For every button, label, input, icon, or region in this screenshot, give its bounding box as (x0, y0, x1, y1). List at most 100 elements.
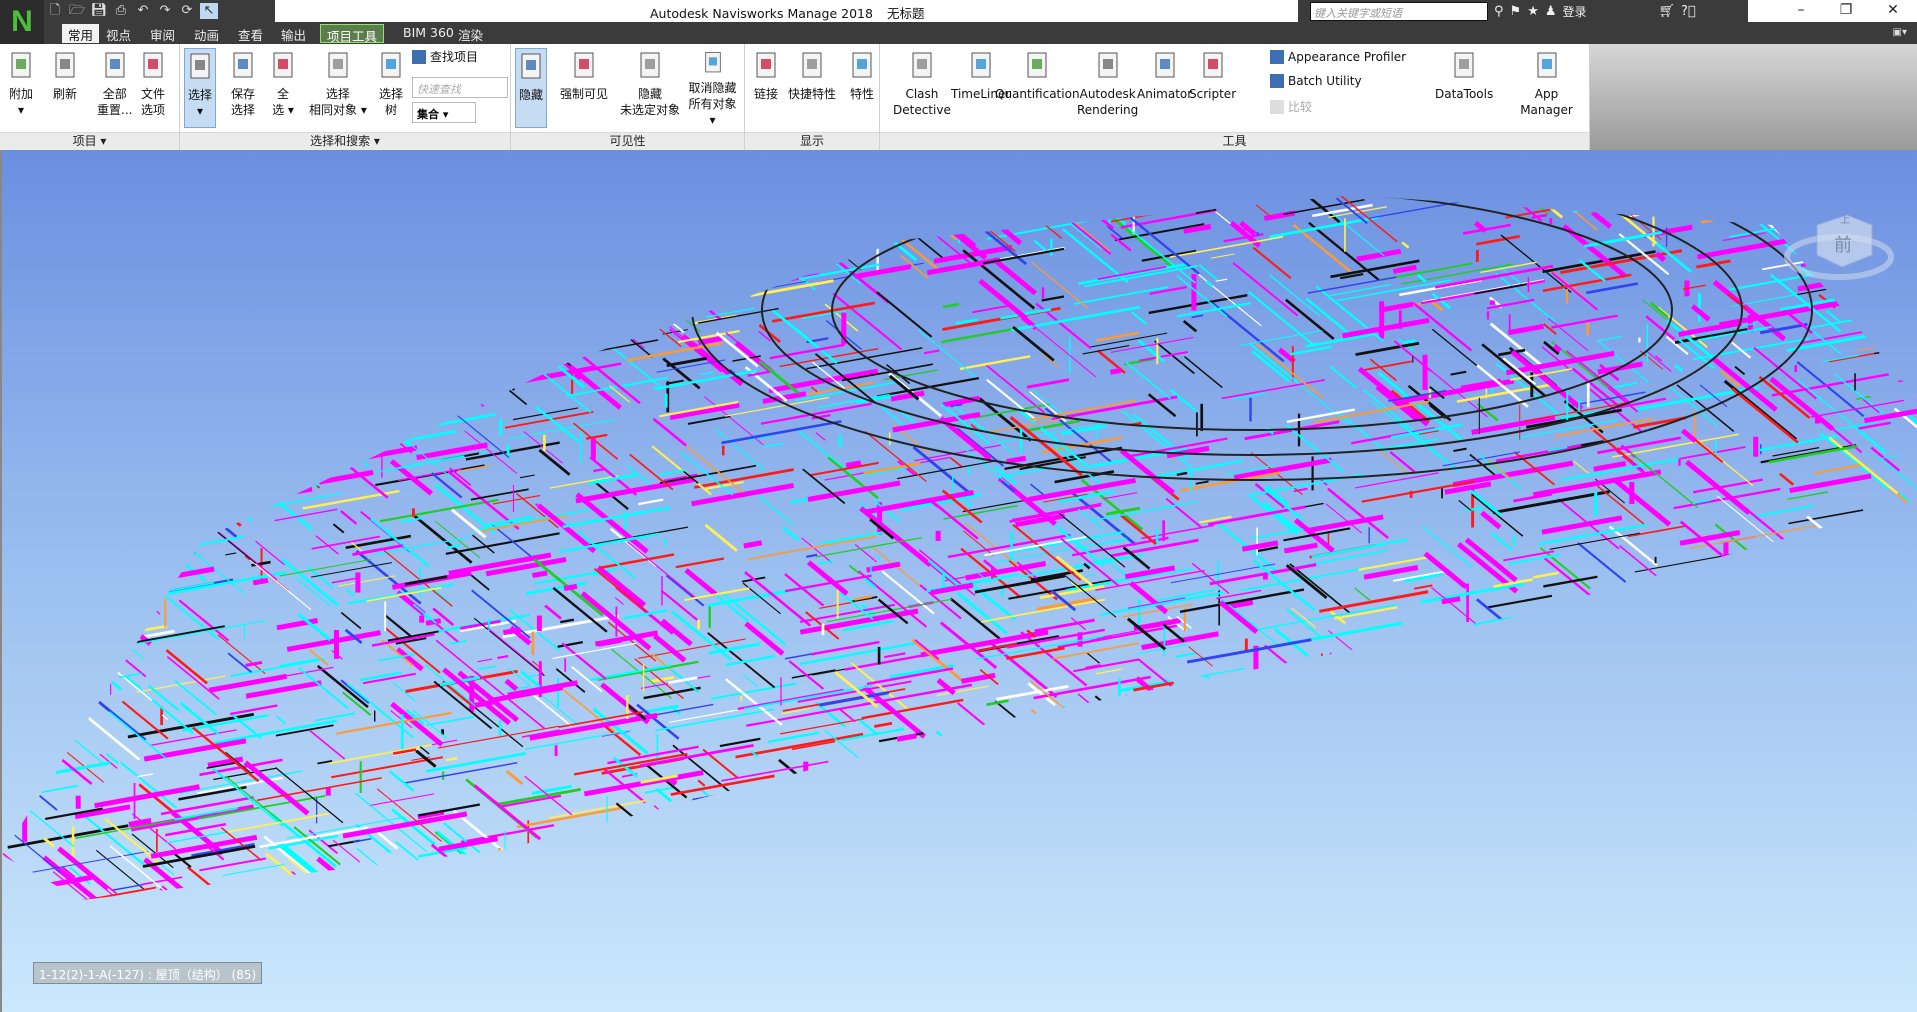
model-element (1663, 681, 1712, 722)
save-icon[interactable]: 💾︎ (90, 3, 108, 19)
select-arrow-button[interactable]: 选择 ▾ (184, 48, 217, 128)
clash-detective-button[interactable]: Clash Detective (890, 48, 954, 128)
scripter-button[interactable]: Scripter (1186, 48, 1239, 128)
model-element (93, 392, 213, 418)
model-element (1908, 681, 1917, 688)
tab-4[interactable]: 查看 (232, 24, 269, 43)
open-icon[interactable]: 🗁 (68, 3, 86, 19)
links-button[interactable]: 链接 (751, 48, 781, 128)
help-search-input[interactable]: 键入关键字或短语 (1310, 1, 1488, 21)
model-element (1529, 818, 1547, 825)
refresh-button[interactable]: 刷新 (50, 48, 80, 128)
app-menu-button[interactable]: N (0, 0, 44, 44)
tab-1[interactable]: 视点 (100, 24, 137, 43)
print-icon[interactable]: ⎙ (112, 3, 130, 19)
model-element (824, 873, 850, 894)
model-element (1613, 756, 1636, 762)
undo-icon[interactable]: ↶ (134, 3, 152, 19)
hide-unselected-button[interactable]: 隐藏 未选定对象 (617, 48, 683, 128)
batch-utility-button[interactable]: Batch Utility (1270, 74, 1362, 88)
binoculars-icon[interactable]: ⚲ (1494, 4, 1504, 19)
restore-button[interactable]: ❐ (1831, 2, 1861, 18)
model-element (490, 858, 524, 887)
find-items-button[interactable]: 查找项目 (412, 48, 478, 65)
panel-label[interactable]: 工具 (880, 132, 1589, 150)
rendering-button[interactable]: Autodesk Rendering (1074, 48, 1141, 128)
select-all-button[interactable]: 全选 ▾ (268, 48, 298, 128)
minimize-button[interactable]: – (1786, 2, 1816, 18)
login-button[interactable]: 登录 (1563, 3, 1653, 20)
refresh-icon[interactable]: ⟳ (178, 3, 196, 19)
model-element (1458, 752, 1493, 761)
selection-tree-button[interactable]: 选择树 (376, 48, 406, 128)
model-curve (831, 195, 1673, 431)
model-element (1907, 622, 1917, 647)
tab-3[interactable]: 动画 (188, 24, 225, 43)
model-element (474, 670, 546, 730)
save-selection-button[interactable]: 保存 选择 (228, 48, 258, 128)
properties-button[interactable]: 特性 (847, 48, 877, 128)
model-element (904, 894, 933, 900)
button-label: 文件 (141, 87, 166, 101)
model-element (961, 902, 1020, 950)
append-button[interactable]: 附加 ▾ (6, 48, 36, 128)
viewcube[interactable]: 前 上 (1777, 195, 1897, 285)
quantification-button[interactable]: Quantification (992, 48, 1083, 128)
file-options-button[interactable]: 文件 选项 (138, 48, 168, 128)
model-element (1128, 887, 1139, 897)
user-icon[interactable]: ♟ (1545, 4, 1557, 19)
close-button[interactable]: ✕ (1878, 2, 1908, 18)
panel-label[interactable]: 选择和搜索 ▾ (180, 132, 510, 150)
unhide-all-button[interactable]: 取消隐藏 所有对象 ▾ (681, 48, 744, 128)
model-element (1641, 737, 1768, 764)
model-element (1168, 842, 1237, 860)
model-element (1024, 808, 1106, 826)
select-same-button[interactable]: 选择 相同对象 ▾ (306, 48, 370, 128)
appearance-profiler-button[interactable]: Appearance Profiler (1270, 50, 1406, 64)
redo-icon[interactable]: ↷ (156, 3, 174, 19)
require-button[interactable]: 强制可见 (557, 48, 611, 128)
sets-dropdown[interactable]: 集合 ▾ (412, 102, 476, 123)
model-element (1022, 874, 1093, 889)
subscription-icon[interactable]: ⚑ (1510, 4, 1522, 19)
model-element (529, 674, 540, 678)
app-manager-button[interactable]: App Manager (1504, 48, 1589, 128)
model-element (1634, 594, 1644, 603)
panel-label[interactable]: 显示 (745, 132, 879, 150)
model-element (1715, 859, 1769, 900)
tab-7[interactable]: BIM 360 (397, 24, 460, 43)
quick-find-input[interactable]: 快速查找 (412, 77, 508, 98)
model-element (1012, 325, 1055, 362)
tab-0[interactable]: 常用 (62, 24, 100, 43)
ribbon-minimize-icon[interactable]: ▣▾ (1893, 27, 1907, 38)
select-icon[interactable]: ↖ (200, 3, 218, 19)
model-element (767, 731, 820, 744)
model-element (1000, 721, 1055, 734)
quick-properties-button[interactable]: 快捷特性 (785, 48, 839, 128)
tab-2[interactable]: 审阅 (144, 24, 181, 43)
panel-label[interactable]: 可见性 (511, 132, 744, 150)
cart-icon[interactable]: 🛒︎ (1659, 4, 1676, 19)
help-icon[interactable]: ?⃝ (1681, 4, 1696, 19)
model-element (1504, 723, 1630, 747)
model-element (1522, 681, 1577, 727)
reset-all-button[interactable]: 全部 重置... (94, 48, 135, 128)
compare-button[interactable]: 比较 (1270, 98, 1312, 115)
model-element (503, 340, 527, 360)
new-icon[interactable]: 🗋 (46, 3, 64, 19)
model-element (1547, 840, 1572, 862)
tab-8[interactable]: 渲染 (452, 24, 489, 43)
3d-viewport[interactable]: 前 上 1-12(2)-1-A(-127) : 屋顶（结构） (85) (0, 150, 1917, 1012)
model-element (888, 772, 977, 791)
datatools-button[interactable]: DataTools (1432, 48, 1496, 128)
hide-button[interactable]: 隐藏 (515, 48, 548, 128)
tab-5[interactable]: 输出 (275, 24, 312, 43)
model-element (1523, 767, 1612, 786)
model-element (721, 420, 842, 445)
tab-6[interactable]: 项目工具 (320, 24, 385, 44)
favorites-star-icon[interactable]: ★ (1527, 4, 1539, 19)
model-element (1509, 196, 1555, 207)
model-element (1333, 782, 1456, 807)
model-element (1006, 646, 1065, 660)
panel-label[interactable]: 项目 ▾ (0, 132, 179, 150)
